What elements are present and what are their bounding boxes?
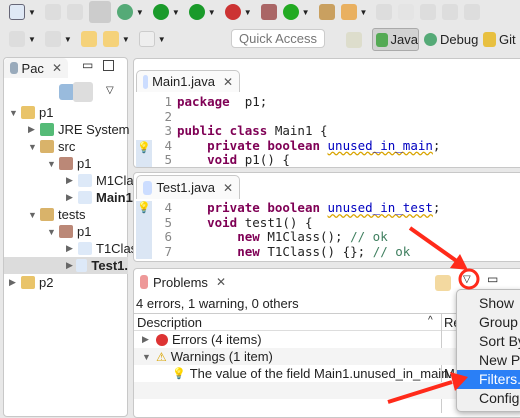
annotation-arrow [408,226,460,264]
arrow-head [450,372,468,391]
annotation-arrow [387,380,453,404]
annotation-overlay [387,226,480,404]
highlight-circle [458,268,480,290]
